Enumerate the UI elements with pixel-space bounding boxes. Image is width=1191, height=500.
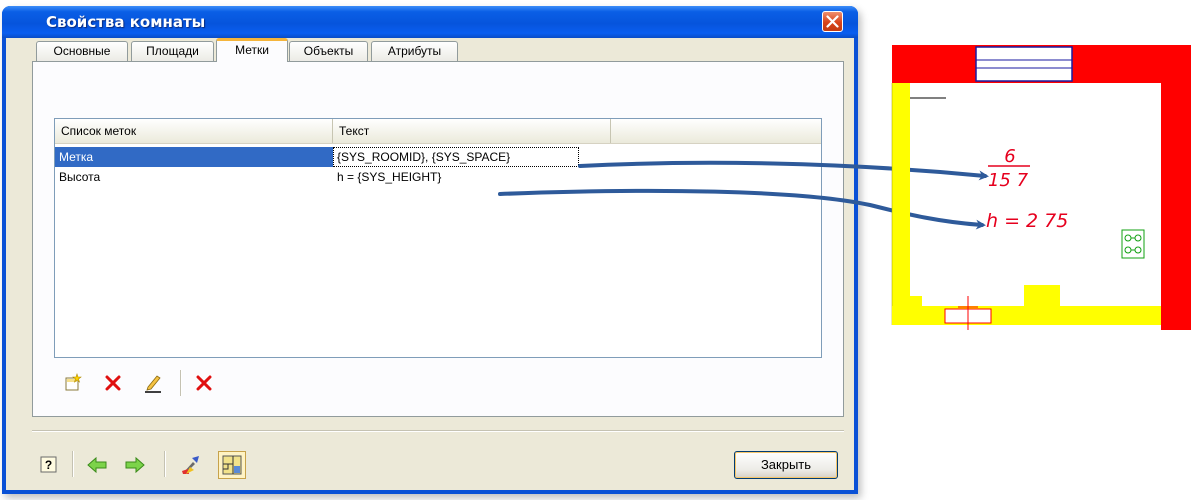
tab-labels[interactable]: Метки [216, 38, 288, 62]
floor-plan-drawing: 6 15 7 h = 2 75 [891, 45, 1191, 330]
room-area-label: 15 7 [988, 170, 1029, 191]
wall-left [892, 83, 910, 325]
window-opening [975, 46, 1073, 82]
radiator-symbol [1121, 229, 1145, 259]
room-height-label: h = 2 75 [986, 210, 1068, 232]
room-id-label: 6 [1004, 146, 1015, 167]
wall-right [1161, 45, 1191, 330]
